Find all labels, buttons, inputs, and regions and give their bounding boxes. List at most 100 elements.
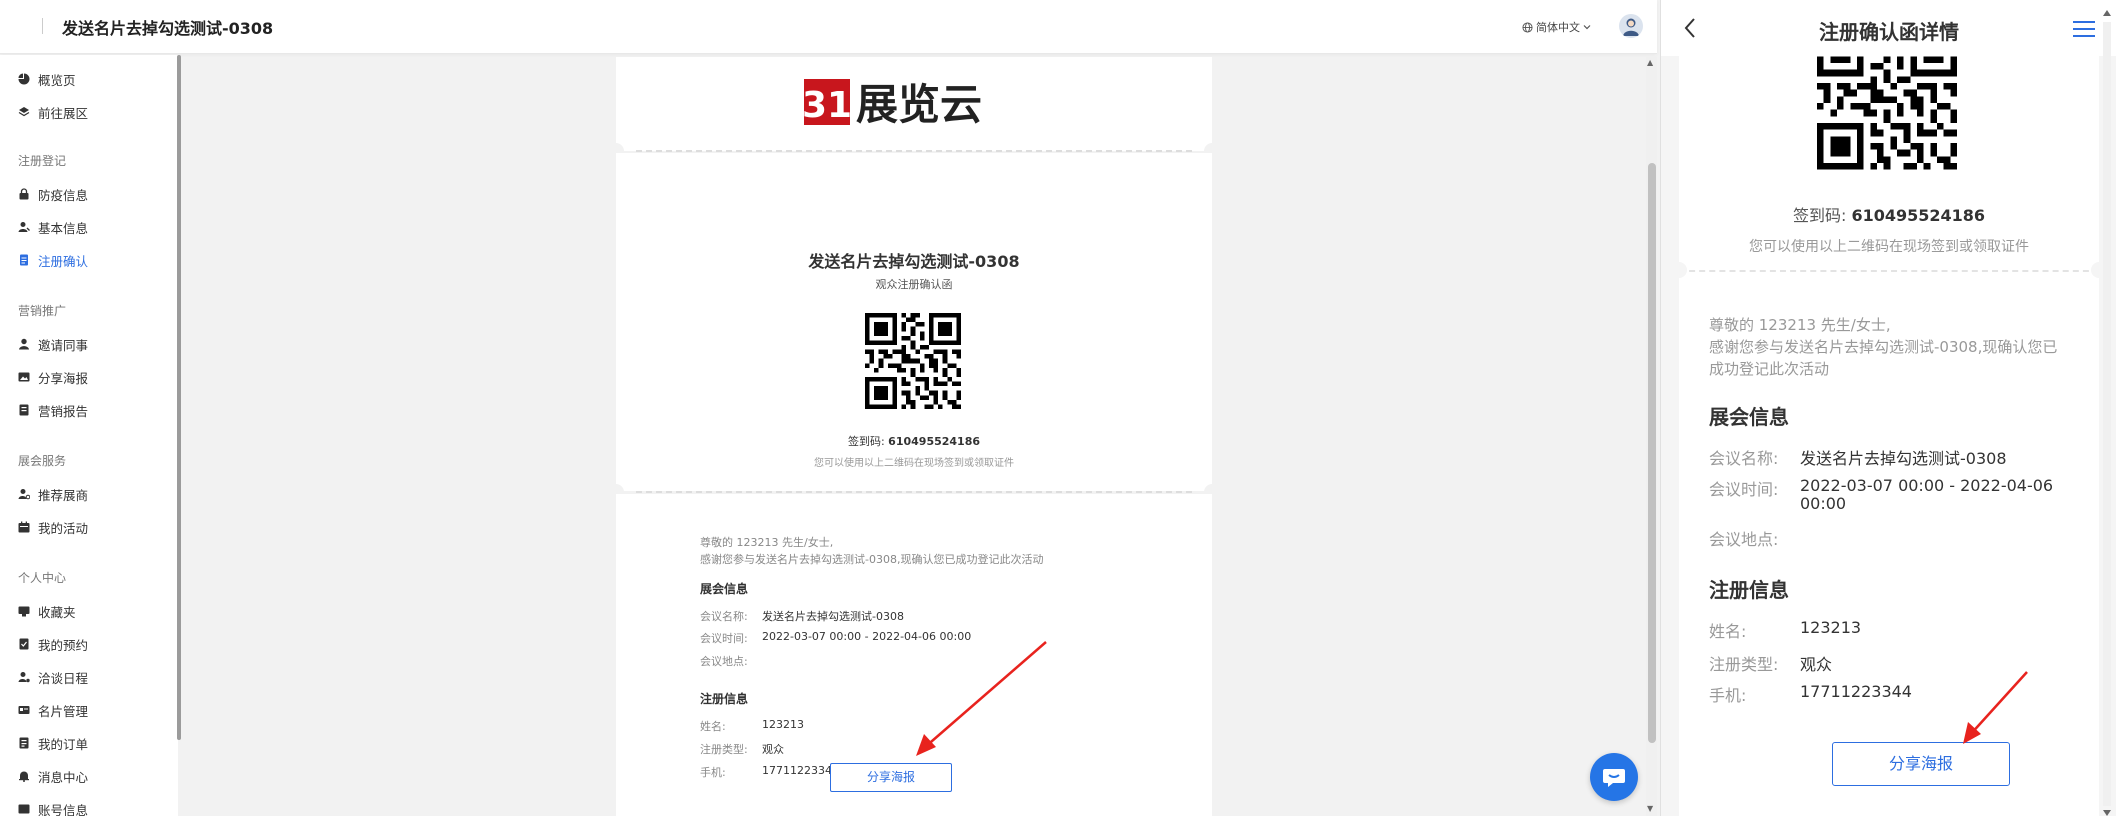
- mobile-scrollbar[interactable]: [2101, 10, 2113, 816]
- sidebar-item-card-management[interactable]: 名片管理: [18, 700, 88, 720]
- mobile-registration-heading: 注册信息: [1709, 578, 1789, 602]
- field-label: 会议地点:: [700, 655, 748, 668]
- letter-subtitle: 观众注册确认函: [875, 278, 953, 291]
- greeting: 尊敬的 123213 先生/女士,: [700, 536, 834, 549]
- language-label: 简体中文: [1536, 21, 1580, 34]
- sidebar-item-account[interactable]: 账号信息: [18, 799, 88, 816]
- sidebar-item-label: 基本信息: [38, 220, 89, 236]
- sidebar-item-label: 收藏夹: [38, 604, 76, 620]
- sidebar-item-exhibition[interactable]: 前往展区: [18, 102, 88, 122]
- mobile-qr-hint: 您可以使用以上二维码在现场签到或领取证件: [1749, 239, 2029, 255]
- sidebar-item-label: 前往展区: [38, 105, 89, 121]
- mobile-checkin-row: 签到码: 610495524186: [1679, 202, 2099, 226]
- annotation-arrow-icon: [1963, 671, 2028, 744]
- field-label: 会议时间:: [700, 632, 748, 645]
- sidebar-item-favorites[interactable]: 收藏夹: [18, 601, 76, 621]
- annotation-arrow-icon: [916, 641, 1047, 756]
- checkin-label: 签到码:: [847, 435, 885, 448]
- logo-section: 31 展览云: [616, 57, 1212, 151]
- sidebar-item-recommended-exhibitors[interactable]: 推荐展商: [18, 484, 88, 504]
- ticket-divider: [636, 491, 1192, 493]
- field-value: 发送名片去掉勾选测试-0308: [1800, 449, 2007, 468]
- registration-info-heading: 注册信息: [700, 692, 749, 706]
- language-selector[interactable]: 简体中文: [1522, 19, 1591, 35]
- sidebar-item-my-bookings[interactable]: 我的预约: [18, 634, 88, 654]
- qr-section: 发送名片去掉勾选测试-0308 观众注册确认函 签到码: 61049552418…: [616, 153, 1212, 491]
- field-value: 观众: [762, 743, 784, 756]
- chat-icon: [1603, 769, 1625, 787]
- order-icon: [19, 737, 29, 749]
- sidebar-item-label: 我的活动: [38, 520, 89, 536]
- mobile-header: 注册确认函详情: [1661, 0, 2116, 56]
- field-label: 手机:: [700, 766, 726, 779]
- main-scrollbar-thumb[interactable]: [1648, 163, 1656, 743]
- sidebar-group-title: 展会服务: [18, 454, 67, 468]
- svg-text:展览云: 展览云: [856, 80, 982, 127]
- page-title: 发送名片去掉勾选测试-0308: [62, 19, 274, 38]
- report-icon: [19, 404, 29, 416]
- exhibition-cloud-logo: 31 展览云: [804, 79, 982, 127]
- sidebar-item-label: 消息中心: [38, 769, 89, 785]
- sidebar-item-label: 我的预约: [38, 637, 89, 653]
- scroll-down-arrow-icon[interactable]: ▼: [1647, 804, 1653, 813]
- globe-icon: [1522, 21, 1533, 33]
- sidebar-group-title: 个人中心: [18, 571, 67, 585]
- qr-code: [865, 313, 961, 409]
- sidebar-item-label: 名片管理: [38, 703, 89, 719]
- share-poster-button[interactable]: 分享海报: [830, 763, 952, 792]
- sidebar-item-label: 营销报告: [38, 403, 89, 419]
- mobile-qr-code: [1817, 56, 1957, 170]
- ticket-notch: [1671, 262, 1687, 278]
- sidebar-item-label: 账号信息: [38, 802, 89, 816]
- sidebar-item-label: 分享海报: [38, 370, 89, 386]
- mobile-thanks-line1: 感谢您参与发送名片去掉勾选测试-0308,现确认您已: [1709, 338, 2058, 356]
- checkin-code: 610495524186: [1851, 206, 1986, 225]
- user-star-icon: [18, 489, 30, 500]
- thanks-text: 感谢您参与发送名片去掉勾选测试-0308,现确认您已成功登记此次活动: [700, 553, 1044, 566]
- sidebar-item-my-orders[interactable]: 我的订单: [18, 733, 88, 753]
- checkin-code-row: 签到码: 610495524186: [616, 433, 1212, 449]
- user-avatar-icon: [1623, 18, 1639, 36]
- scroll-up-arrow-icon[interactable]: ▲: [1647, 58, 1653, 67]
- sidebar-scrollbar[interactable]: [177, 55, 181, 740]
- sidebar-item-label: 洽谈日程: [38, 670, 89, 686]
- sidebar-item-marketing-report[interactable]: 营销报告: [18, 400, 88, 420]
- sidebar-item-label: 注册确认: [38, 253, 89, 269]
- field-value: 123213: [762, 718, 804, 731]
- sidebar-item-epidemic[interactable]: 防疫信息: [18, 184, 88, 204]
- field-value: 2022-03-07 00:00 - 2022-04-06: [1800, 476, 2054, 495]
- mobile-letter: 签到码: 610495524186 您可以使用以上二维码在现场签到或领取证件 尊…: [1671, 56, 2107, 816]
- field-label: 姓名:: [1709, 622, 1747, 641]
- field-value: 123213: [1800, 618, 1862, 637]
- pie-chart-icon: [18, 73, 30, 85]
- field-label: 会议名称:: [700, 610, 748, 623]
- field-label: 姓名:: [700, 720, 726, 733]
- lock-icon: [19, 188, 29, 200]
- event-title: 发送名片去掉勾选测试-0308: [808, 252, 1020, 271]
- layers-icon: [18, 107, 30, 117]
- sidebar-item-overview[interactable]: 概览页: [18, 69, 76, 89]
- sidebar-group-title: 注册登记: [18, 154, 67, 168]
- sidebar-item-my-activities[interactable]: 我的活动: [18, 517, 88, 537]
- chat-button[interactable]: [1590, 753, 1638, 801]
- svg-text:31: 31: [804, 85, 852, 126]
- chevron-down-icon: [1583, 25, 1591, 30]
- folder-icon: [18, 606, 30, 617]
- sidebar-item-basic-info[interactable]: 基本信息: [18, 217, 88, 237]
- menu-icon[interactable]: [2073, 20, 2095, 38]
- sidebar-item-share-poster[interactable]: 分享海报: [18, 367, 88, 387]
- sidebar-item-messages[interactable]: 消息中心: [18, 766, 88, 786]
- field-label: 手机:: [1709, 686, 1747, 705]
- sidebar-item-registration-confirm[interactable]: 注册确认: [18, 250, 88, 270]
- sidebar-item-label: 邀请同事: [38, 337, 89, 353]
- sidebar-item-invite[interactable]: 邀请同事: [18, 334, 88, 354]
- mobile-thanks-line2: 成功登记此次活动: [1709, 360, 1830, 378]
- sidebar-item-label: 防疫信息: [38, 187, 89, 203]
- field-value: 17711223344: [1800, 682, 1912, 701]
- field-label: 注册类型:: [1709, 655, 1779, 674]
- avatar[interactable]: [1619, 14, 1643, 38]
- sidebar-item-schedule[interactable]: 洽谈日程: [18, 667, 88, 687]
- user-edit-icon: [18, 222, 30, 232]
- field-label: 会议名称:: [1709, 449, 1779, 468]
- field-value: 观众: [1800, 655, 1833, 674]
